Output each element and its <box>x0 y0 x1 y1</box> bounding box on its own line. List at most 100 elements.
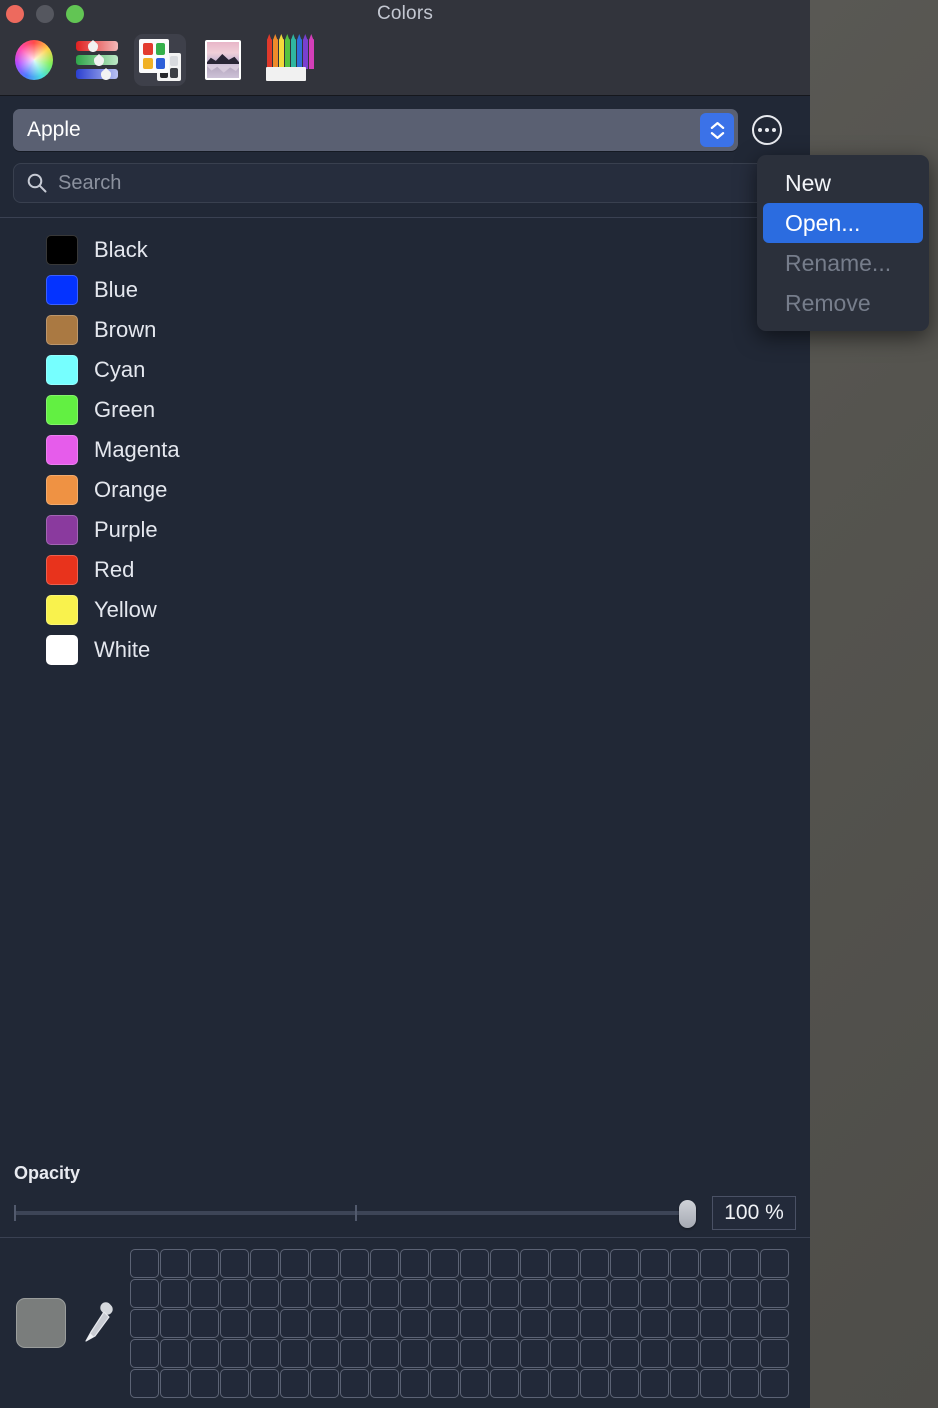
swatch-cell[interactable] <box>760 1368 789 1398</box>
swatch-cell[interactable] <box>730 1308 759 1338</box>
swatch-cell[interactable] <box>520 1308 549 1338</box>
swatch-cell[interactable] <box>250 1248 279 1278</box>
swatch-cell[interactable] <box>670 1338 699 1368</box>
swatch-cell[interactable] <box>130 1278 159 1308</box>
swatch-cell[interactable] <box>160 1308 189 1338</box>
swatch-cell[interactable] <box>340 1248 369 1278</box>
swatch-cell[interactable] <box>700 1278 729 1308</box>
swatch-cell[interactable] <box>310 1308 339 1338</box>
swatch-cell[interactable] <box>310 1368 339 1398</box>
swatch-cell[interactable] <box>580 1368 609 1398</box>
swatch-cell[interactable] <box>130 1368 159 1398</box>
swatch-cell[interactable] <box>640 1308 669 1338</box>
swatch-cell[interactable] <box>520 1248 549 1278</box>
swatch-cell[interactable] <box>370 1308 399 1338</box>
swatch-cell[interactable] <box>640 1338 669 1368</box>
swatch-cell[interactable] <box>130 1248 159 1278</box>
opacity-slider[interactable] <box>14 1200 696 1228</box>
color-list-item[interactable]: Yellow <box>0 590 810 630</box>
swatch-cell[interactable] <box>370 1368 399 1398</box>
color-list-item[interactable]: Green <box>0 390 810 430</box>
swatch-cell[interactable] <box>340 1278 369 1308</box>
swatch-cell[interactable] <box>490 1308 519 1338</box>
color-list-item[interactable]: Cyan <box>0 350 810 390</box>
swatch-cell[interactable] <box>220 1308 249 1338</box>
swatch-cell[interactable] <box>490 1338 519 1368</box>
swatch-cell[interactable] <box>610 1278 639 1308</box>
swatch-cell[interactable] <box>190 1278 219 1308</box>
swatch-cell[interactable] <box>700 1308 729 1338</box>
color-list-item[interactable]: White <box>0 630 810 670</box>
swatch-cell[interactable] <box>310 1338 339 1368</box>
menu-item-open[interactable]: Open... <box>763 203 923 243</box>
palette-dropdown[interactable]: Apple <box>13 109 738 151</box>
swatch-cell[interactable] <box>490 1248 519 1278</box>
swatch-cell[interactable] <box>760 1308 789 1338</box>
toolbar-item-color-palettes[interactable] <box>134 34 186 86</box>
search-input[interactable]: Search <box>13 163 797 203</box>
swatch-cell[interactable] <box>610 1368 639 1398</box>
swatch-cell[interactable] <box>730 1338 759 1368</box>
swatch-cell[interactable] <box>460 1308 489 1338</box>
swatch-cell[interactable] <box>760 1278 789 1308</box>
swatch-cell[interactable] <box>640 1368 669 1398</box>
swatch-cell[interactable] <box>250 1338 279 1368</box>
swatch-cell[interactable] <box>670 1278 699 1308</box>
swatch-cell[interactable] <box>550 1248 579 1278</box>
swatch-cell[interactable] <box>550 1368 579 1398</box>
color-list-item[interactable]: Black <box>0 230 810 270</box>
swatch-cell[interactable] <box>160 1278 189 1308</box>
swatch-cell[interactable] <box>190 1248 219 1278</box>
swatch-cell[interactable] <box>190 1338 219 1368</box>
toolbar-item-pencils[interactable] <box>260 34 314 86</box>
swatch-cell[interactable] <box>400 1278 429 1308</box>
swatch-cell[interactable] <box>460 1368 489 1398</box>
swatch-cell[interactable] <box>220 1338 249 1368</box>
swatch-cell[interactable] <box>490 1278 519 1308</box>
swatch-cell[interactable] <box>430 1248 459 1278</box>
swatch-cell[interactable] <box>700 1338 729 1368</box>
swatch-cell[interactable] <box>610 1308 639 1338</box>
swatch-cell[interactable] <box>280 1248 309 1278</box>
toolbar-item-color-wheel[interactable] <box>8 34 60 86</box>
swatch-cell[interactable] <box>550 1338 579 1368</box>
swatch-cell[interactable] <box>460 1248 489 1278</box>
color-list-item[interactable]: Brown <box>0 310 810 350</box>
swatch-cell[interactable] <box>520 1278 549 1308</box>
swatch-cell[interactable] <box>670 1248 699 1278</box>
swatch-cell[interactable] <box>430 1368 459 1398</box>
swatch-cell[interactable] <box>550 1308 579 1338</box>
swatch-cell[interactable] <box>130 1308 159 1338</box>
opacity-value-field[interactable]: 100 % <box>712 1196 796 1230</box>
swatch-cell[interactable] <box>400 1368 429 1398</box>
swatch-cell[interactable] <box>730 1278 759 1308</box>
swatch-cell[interactable] <box>220 1248 249 1278</box>
swatch-cell[interactable] <box>730 1248 759 1278</box>
swatch-cell[interactable] <box>430 1338 459 1368</box>
swatch-cell[interactable] <box>370 1338 399 1368</box>
color-list-item[interactable]: Red <box>0 550 810 590</box>
swatch-cell[interactable] <box>700 1368 729 1398</box>
swatch-cell[interactable] <box>160 1338 189 1368</box>
swatch-cell[interactable] <box>550 1278 579 1308</box>
swatch-cell[interactable] <box>760 1338 789 1368</box>
swatch-cell[interactable] <box>250 1308 279 1338</box>
swatch-cell[interactable] <box>520 1338 549 1368</box>
swatch-cell[interactable] <box>580 1278 609 1308</box>
swatch-cell[interactable] <box>610 1248 639 1278</box>
slider-thumb[interactable] <box>679 1200 696 1228</box>
swatch-cell[interactable] <box>640 1278 669 1308</box>
eyedropper-icon[interactable] <box>82 1301 116 1345</box>
color-list-item[interactable]: Magenta <box>0 430 810 470</box>
current-color-swatch[interactable] <box>16 1298 66 1348</box>
swatch-cell[interactable] <box>280 1308 309 1338</box>
swatch-cell[interactable] <box>190 1308 219 1338</box>
swatch-cell[interactable] <box>400 1308 429 1338</box>
toolbar-item-image-palettes[interactable] <box>197 34 249 86</box>
swatch-cell[interactable] <box>580 1338 609 1368</box>
color-list-item[interactable]: Blue <box>0 270 810 310</box>
swatch-cell[interactable] <box>340 1338 369 1368</box>
swatch-cell[interactable] <box>400 1248 429 1278</box>
swatch-cell[interactable] <box>670 1308 699 1338</box>
color-list-item[interactable]: Purple <box>0 510 810 550</box>
